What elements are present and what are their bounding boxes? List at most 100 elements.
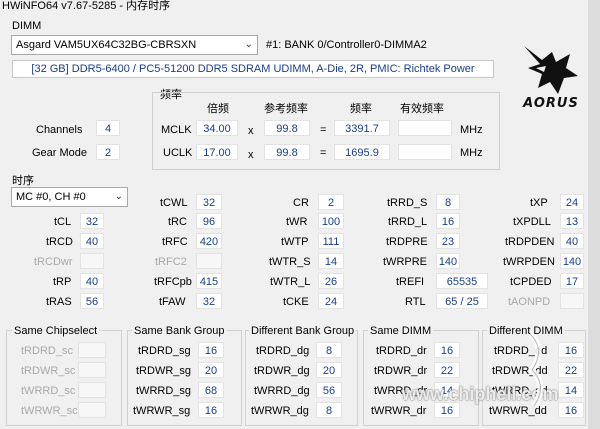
tAONPD-label: tAONPD xyxy=(508,296,551,308)
tRAS-value: 56 xyxy=(80,293,104,309)
gearmode-label: Gear Mode xyxy=(32,147,88,159)
tXPDLL-label: tXPDLL xyxy=(513,216,551,228)
gearmode-value: 2 xyxy=(96,144,120,160)
mclk-freq: 3391.7 xyxy=(334,120,390,136)
dimm-info-bar: [32 GB] DDR5-6400 / PC5-51200 DDR5 SDRAM… xyxy=(12,60,494,78)
tRDRD_dg-label: tRDRD_dg xyxy=(256,345,310,357)
tWRWR_dr-label: tWRWR_dr xyxy=(371,405,427,417)
tWRWR_sg-label: tWRWR_sg xyxy=(133,405,191,417)
tWRPDEN-label: tWRPDEN xyxy=(503,256,555,268)
uclk-label: UCLK xyxy=(163,147,193,159)
channels-label: Channels xyxy=(36,124,83,136)
tWTR_S-label: tWTR_S xyxy=(269,256,311,268)
dimm-slot-label: #1: BANK 0/Controller0-DIMMA2 xyxy=(266,39,427,51)
dimm-module-select[interactable]: Asgard VAM5UX64C32BG-CBRSXN ⌄ xyxy=(11,35,258,55)
tRFCpb-value: 415 xyxy=(196,273,222,289)
tRDWR_sc-label: tRDWR_sc xyxy=(21,365,76,377)
tWTR_L-label: tWTR_L xyxy=(270,276,311,288)
tRDRD_dd-value: 16 xyxy=(558,342,584,358)
tFAW-value: 32 xyxy=(196,293,222,309)
tRDWR_sc-empty xyxy=(78,362,106,378)
tXP-value: 24 xyxy=(560,194,584,210)
tFAW-label: tFAW xyxy=(159,296,186,308)
tXPDLL-value: 13 xyxy=(560,213,584,229)
tRDWR_dg-value: 20 xyxy=(316,362,342,378)
group-same-chipselect-title: Same Chipselect xyxy=(12,325,100,337)
tWRRD_sg-label: tWRRD_sg xyxy=(136,385,192,397)
tCWL-value: 32 xyxy=(196,194,222,210)
tRDPRE-label: tRDPRE xyxy=(386,236,428,248)
tWRWR_dg-label: tWRWR_dg xyxy=(251,405,309,417)
tWTR_L-value: 26 xyxy=(318,273,344,289)
group-same-bank-group-title: Same Bank Group xyxy=(132,325,227,337)
freq-col-eff: 有效频率 xyxy=(400,103,444,115)
uclk-ref: 99.8 xyxy=(264,144,310,160)
tRDPDEN-label: tRDPDEN xyxy=(505,236,555,248)
mclk-eq-sign: = xyxy=(320,124,327,136)
tRRD_L-value: 16 xyxy=(436,213,460,229)
tWTP-label: tWTP xyxy=(281,236,309,248)
uclk-unit: MHz xyxy=(460,147,483,159)
RTL-value: 65 / 25 xyxy=(436,293,488,309)
dimm-module-value: Asgard VAM5UX64C32BG-CBRSXN xyxy=(16,39,197,51)
watermark-logo xyxy=(524,330,554,410)
tRFC-value: 420 xyxy=(196,233,222,249)
tWR-value: 100 xyxy=(318,213,344,229)
tRDRD_dr-label: tRDRD_dr xyxy=(376,345,427,357)
tWRWR_dd-value: 16 xyxy=(558,402,584,418)
window-title: HWiNFO64 v7.67-5285 - 内存时序 xyxy=(0,0,600,14)
uclk-eq-sign: = xyxy=(320,147,327,159)
CR-label: CR xyxy=(293,197,309,209)
tWRRD_dg-label: tWRRD_dg xyxy=(254,385,310,397)
tRFC2-label: tRFC2 xyxy=(155,256,187,268)
channel-select[interactable]: MC #0, CH #0 ⌄ xyxy=(11,187,128,207)
tXP-label: tXP xyxy=(530,197,548,209)
tRDRD_sg-value: 16 xyxy=(198,342,224,358)
tRDWR_sg-value: 20 xyxy=(198,362,224,378)
mclk-label: MCLK xyxy=(161,124,192,136)
freq-col-ref: 参考频率 xyxy=(264,103,308,115)
tRRD_L-label: tRRD_L xyxy=(388,216,428,228)
tRDWR_dd-value: 22 xyxy=(558,362,584,378)
mclk-x-sign: x xyxy=(248,125,254,137)
tWRWR_sc-label: tWRWR_sc xyxy=(21,405,78,417)
chevron-down-icon: ⌄ xyxy=(244,39,253,50)
tRP-value: 40 xyxy=(80,273,104,289)
uclk-eff-empty xyxy=(398,144,452,160)
tWR-label: tWR xyxy=(286,216,308,228)
tWRRD_sc-empty xyxy=(78,382,106,398)
tREFI-value: 65535 xyxy=(436,273,488,289)
tRCD-value: 40 xyxy=(80,233,104,249)
tCPDED-label: tCPDED xyxy=(510,276,552,288)
freq-col-multiplier: 倍频 xyxy=(207,103,229,115)
tCKE-label: tCKE xyxy=(283,296,309,308)
tWRRD_sg-value: 68 xyxy=(198,382,224,398)
mclk-ref: 99.8 xyxy=(264,120,310,136)
tRCDwr-label: tRCDwr xyxy=(34,256,73,268)
mclk-multiplier: 34.00 xyxy=(196,120,238,136)
tWRWR_sg-value: 16 xyxy=(198,402,224,418)
tWTP-value: 111 xyxy=(318,233,344,249)
mclk-eff-empty xyxy=(398,120,452,136)
tRDRD_sg-label: tRDRD_sg xyxy=(138,345,191,357)
tRFCpb-label: tRFCpb xyxy=(154,276,192,288)
tRDRD_dr-value: 16 xyxy=(434,342,460,358)
tCKE-value: 24 xyxy=(318,293,344,309)
RTL-label: RTL xyxy=(405,296,426,308)
window-edge xyxy=(588,0,600,429)
tCL-value: 32 xyxy=(80,213,104,229)
tRDWR_dg-label: tRDWR_dg xyxy=(254,365,310,377)
tREFI-label: tREFI xyxy=(396,276,425,288)
aorus-logo: AORUS xyxy=(512,38,588,118)
chiphell-logo-icon xyxy=(527,331,544,408)
tRDWR_sg-label: tRDWR_sg xyxy=(136,365,192,377)
tRRD_S-value: 8 xyxy=(436,194,460,210)
group-same-dimm-title: Same DIMM xyxy=(368,325,434,337)
tRDPDEN-value: 40 xyxy=(560,233,584,249)
channel-select-value: MC #0, CH #0 xyxy=(16,191,86,203)
tRP-label: tRP xyxy=(53,276,72,288)
tWRPRE-value: 140 xyxy=(436,253,460,269)
tRDRD_sc-empty xyxy=(78,342,106,358)
tWRRD_dd-value: 14 xyxy=(558,382,584,398)
tRCD-label: tRCD xyxy=(46,236,73,248)
